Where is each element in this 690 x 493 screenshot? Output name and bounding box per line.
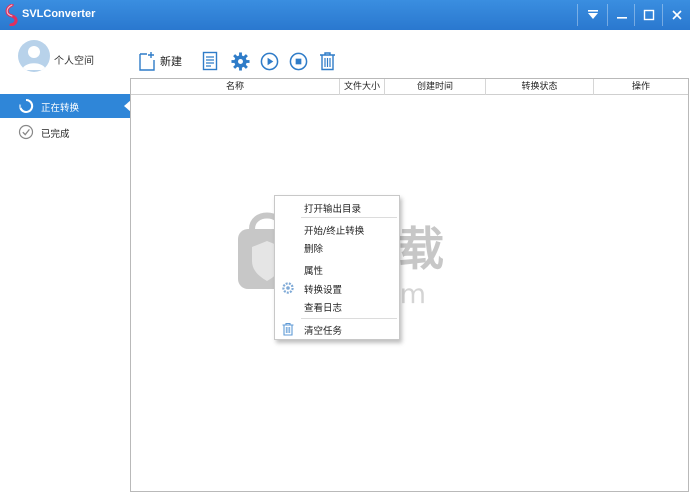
delete-button[interactable] xyxy=(319,48,336,74)
menu-button[interactable] xyxy=(580,0,606,30)
title-separator xyxy=(634,4,635,26)
column-header-size[interactable]: 文件大小 xyxy=(340,79,385,95)
menu-item-start-stop[interactable]: 开始/终止转换 xyxy=(275,220,399,238)
menu-item-convert-settings[interactable]: 转换设置 xyxy=(275,279,399,297)
menu-item-label: 删除 xyxy=(304,244,324,255)
profile[interactable]: 个人空间 xyxy=(18,40,128,76)
sidebar-item-completed[interactable]: 已完成 xyxy=(0,120,130,144)
menu-item-label: 开始/终止转换 xyxy=(304,226,365,237)
menu-item-clear-tasks[interactable]: 清空任务 xyxy=(275,320,399,338)
menu-item-label: 查看日志 xyxy=(304,303,343,314)
minimize-icon xyxy=(617,17,627,19)
menu-separator xyxy=(301,217,397,218)
maximize-button[interactable] xyxy=(636,0,662,30)
menu-item-label: 清空任务 xyxy=(304,326,343,337)
menu-item-open-output[interactable]: 打开输出目录 xyxy=(275,198,399,216)
converting-icon xyxy=(19,98,34,113)
menu-separator xyxy=(301,318,397,319)
menu-item-view-log[interactable]: 查看日志 xyxy=(275,297,399,315)
settings-button[interactable] xyxy=(231,48,250,74)
stop-button[interactable] xyxy=(289,48,308,74)
sidebar-item-label: 已完成 xyxy=(41,129,70,140)
document-list-icon xyxy=(202,51,218,71)
menu-item-label: 转换设置 xyxy=(304,285,343,296)
title-separator xyxy=(577,4,578,26)
minimize-button[interactable] xyxy=(609,0,635,30)
trash-icon xyxy=(282,322,294,336)
task-list-button[interactable] xyxy=(202,48,218,74)
trash-icon xyxy=(320,52,335,71)
menu-item-label: 打开输出目录 xyxy=(304,204,362,215)
table-header: 名称 文件大小 创建时间 转换状态 操作 xyxy=(131,79,688,95)
close-button[interactable] xyxy=(664,0,690,30)
new-file-icon xyxy=(139,52,155,71)
start-button[interactable] xyxy=(260,48,279,74)
check-circle-icon xyxy=(18,124,34,140)
avatar[interactable] xyxy=(18,40,50,72)
menu-item-properties[interactable]: 属性 xyxy=(275,260,399,278)
play-icon xyxy=(260,52,279,70)
maximize-icon xyxy=(643,9,655,21)
column-header-actions[interactable]: 操作 xyxy=(594,79,688,95)
sidebar-item-converting[interactable]: 正在转换 xyxy=(0,94,131,118)
column-header-created[interactable]: 创建时间 xyxy=(385,79,486,95)
column-header-status[interactable]: 转换状态 xyxy=(486,79,594,95)
title-separator xyxy=(607,4,608,26)
title-bar: SVLConverter xyxy=(0,0,690,30)
title-separator xyxy=(662,4,663,26)
menu-item-label: 属性 xyxy=(304,266,324,277)
app-logo-icon xyxy=(5,4,18,26)
sidebar-item-label: 正在转换 xyxy=(41,103,80,114)
menu-item-delete[interactable]: 删除 xyxy=(275,238,399,256)
stop-icon xyxy=(289,52,308,70)
context-menu: 打开输出目录 开始/终止转换 删除 属性 转换设置 查看日志 清空任务 xyxy=(274,195,400,340)
toolbar: 新建 xyxy=(136,48,356,74)
app-title: SVLConverter xyxy=(22,8,96,20)
gear-icon xyxy=(282,282,294,294)
user-icon xyxy=(22,46,46,70)
column-header-name[interactable]: 名称 xyxy=(131,79,340,95)
main-content: 个人空间 正在转换 已完成 新建 名称 文件大小 创建时间 转换状态 操作 打开… xyxy=(0,30,690,493)
menu-icon xyxy=(588,10,598,19)
close-icon xyxy=(672,10,682,20)
new-button[interactable]: 新建 xyxy=(138,48,182,74)
gear-icon xyxy=(231,51,250,71)
new-button-label: 新建 xyxy=(160,55,182,68)
profile-label[interactable]: 个人空间 xyxy=(54,52,94,67)
